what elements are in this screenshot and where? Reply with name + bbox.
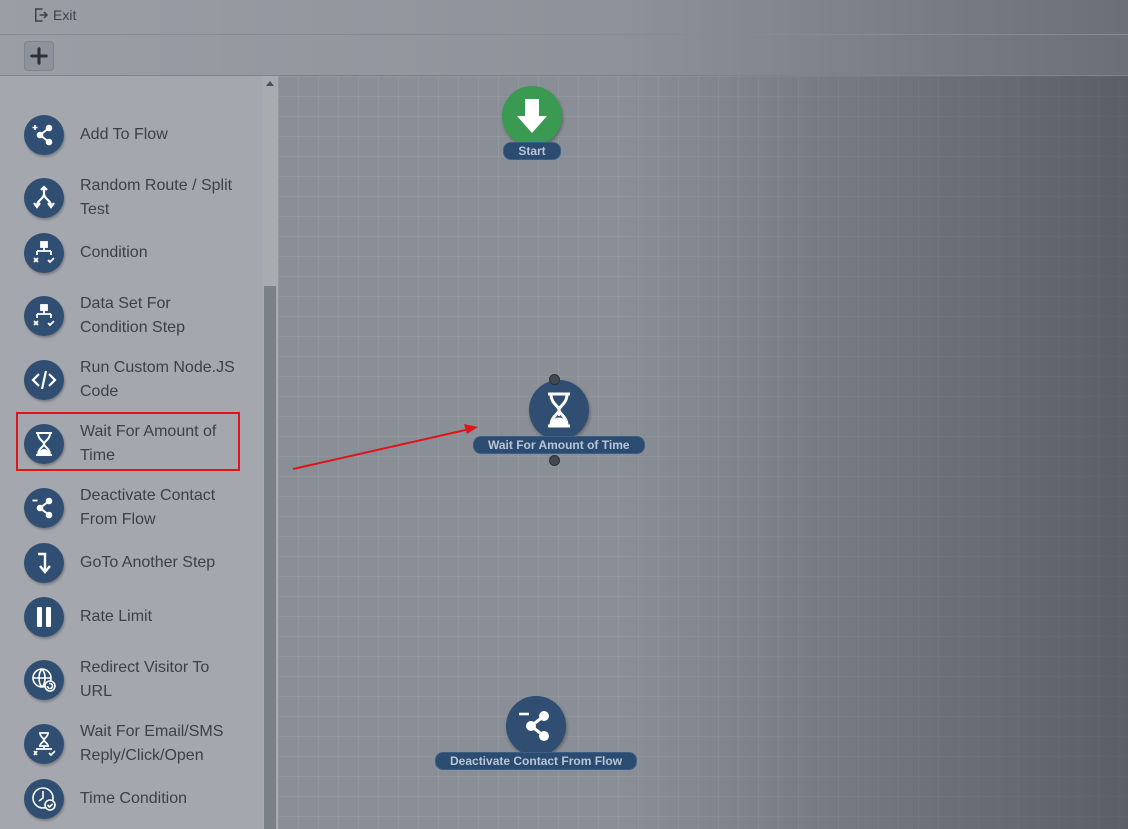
flow-canvas[interactable]: Start Wait For Amount of Time Deactivate… [278, 76, 1128, 829]
node-label: Deactivate Contact From Flow [435, 752, 638, 770]
add-to-flow-icon [24, 115, 64, 155]
sidebar-item-deactivate[interactable]: Deactivate Contact From Flow [24, 484, 240, 532]
add-button[interactable] [24, 41, 54, 71]
output-port[interactable] [549, 455, 560, 466]
sidebar-item-redirect[interactable]: Redirect Visitor To URL [24, 656, 240, 704]
deactivate-icon [506, 696, 567, 756]
node-label: Wait For Amount of Time [473, 436, 645, 454]
condition-icon [24, 296, 64, 336]
scrollbar-thumb[interactable] [264, 286, 276, 829]
scroll-up-arrow-icon[interactable] [266, 81, 274, 86]
deactivate-icon [24, 488, 64, 528]
input-port[interactable] [549, 374, 560, 385]
sidebar-item-add-to-flow[interactable]: Add To Flow [24, 115, 240, 155]
globe-icon [24, 660, 64, 700]
sidebar-item-label: Add To Flow [80, 126, 168, 143]
top-toolbar: Exit [0, 0, 1128, 76]
hourglass-icon [528, 380, 589, 440]
highlight-annotation [16, 412, 240, 471]
sidebar-item-label: Data Set For Condition Step [80, 295, 185, 336]
hourglass-branch-icon [24, 724, 64, 764]
code-icon [24, 360, 64, 400]
plus-icon [30, 47, 48, 65]
sidebar-item-time-condition[interactable]: Time Condition [24, 779, 240, 819]
sidebar-item-label: Run Custom Node.JS Code [80, 359, 235, 400]
sidebar-item-label: Wait For Email/SMS Reply/Click/Open [80, 723, 224, 764]
deactivate-node[interactable]: Deactivate Contact From Flow [435, 696, 638, 770]
sidebar-item-label: GoTo Another Step [80, 554, 216, 571]
sidebar-item-label: Rate Limit [80, 608, 153, 625]
exit-button[interactable]: Exit [32, 4, 76, 26]
node-label: Start [503, 142, 561, 160]
sidebar-item-label: Deactivate Contact From Flow [80, 487, 216, 528]
sidebar-item-label: Time Condition [80, 790, 188, 807]
clock-icon [24, 779, 64, 819]
sidebar-item-run-nodejs[interactable]: Run Custom Node.JS Code [24, 356, 240, 404]
sidebar-scrollbar[interactable] [263, 76, 278, 829]
split-icon [24, 178, 64, 218]
sidebar-item-wait-email[interactable]: Wait For Email/SMS Reply/Click/Open [24, 720, 240, 768]
wait-time-node[interactable]: Wait For Amount of Time [473, 380, 645, 454]
exit-label: Exit [53, 7, 77, 23]
sidebar-item-condition[interactable]: Condition [24, 233, 240, 273]
sidebar-item-rate-limit[interactable]: Rate Limit [24, 597, 240, 637]
pause-icon [24, 597, 64, 637]
exit-icon [35, 8, 49, 22]
toolbar-divider [0, 34, 1128, 35]
start-node[interactable]: Start [502, 86, 562, 160]
sidebar-item-label: Redirect Visitor To URL [80, 659, 210, 700]
down-arrow-icon [502, 86, 562, 146]
sidebar-item-data-set-condition[interactable]: Data Set For Condition Step [24, 292, 240, 340]
condition-icon [24, 233, 64, 273]
sidebar-item-label: Random Route / Split Test [80, 177, 233, 218]
sidebar-item-label: Condition [80, 244, 148, 261]
sidebar-item-goto[interactable]: GoTo Another Step [24, 543, 240, 583]
goto-icon [24, 543, 64, 583]
sidebar-item-random-route[interactable]: Random Route / Split Test [24, 174, 240, 222]
